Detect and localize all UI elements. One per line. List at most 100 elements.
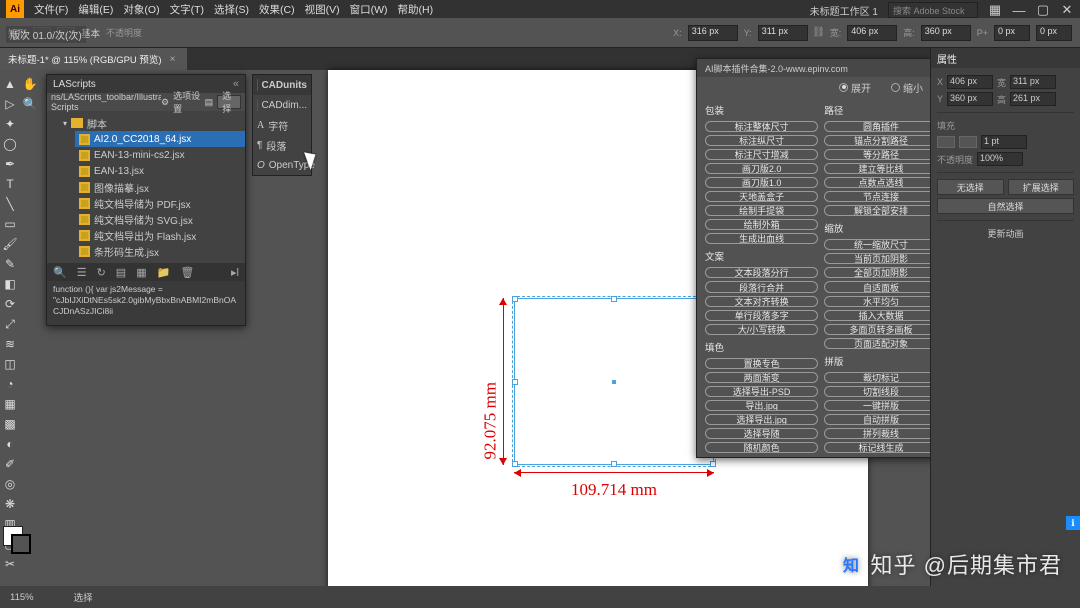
properties-tab[interactable]: 属性: [937, 51, 957, 66]
workspace-label[interactable]: 未标题工作区 1: [810, 3, 878, 18]
brush-tool[interactable]: 🖌: [1, 235, 19, 253]
width-tool[interactable]: ≋: [1, 335, 19, 353]
magic-wand-tool[interactable]: ✦: [1, 115, 19, 133]
menu-file[interactable]: 文件(F): [34, 2, 68, 17]
grid-icon[interactable]: ▦: [136, 266, 146, 279]
script-item[interactable]: 纯文档导出为 Flash.jsx: [75, 227, 245, 243]
plugin-button[interactable]: 选择导出.jpg: [705, 414, 818, 425]
rotate-tool[interactable]: ⟳: [1, 295, 19, 313]
line-tool[interactable]: ╲: [1, 195, 19, 213]
window-restore[interactable]: ▢: [1036, 3, 1050, 17]
lasso-tool[interactable]: ◯: [1, 135, 19, 153]
zoom-tool[interactable]: 🔍: [21, 95, 39, 113]
pencil-tool[interactable]: ✎: [1, 255, 19, 273]
shape-builder-tool[interactable]: ◔: [1, 375, 19, 393]
caddim-row[interactable]: CADdim...: [253, 95, 311, 115]
scale-tool[interactable]: ⤢: [1, 315, 19, 333]
plugin-button[interactable]: 切割线段: [824, 386, 937, 397]
prop-stroke-swatch[interactable]: [959, 136, 977, 148]
plugin-button[interactable]: 点数点选线: [824, 177, 937, 188]
plugin-button[interactable]: 节点连接: [824, 191, 937, 202]
plugin-button[interactable]: 拼列裁线: [824, 428, 937, 439]
plugin-button[interactable]: 大/小写转换: [705, 324, 818, 335]
prop-stroke-w[interactable]: 1 pt: [981, 135, 1027, 149]
radio-expand[interactable]: 展开: [839, 80, 871, 95]
select-button[interactable]: 选择: [217, 95, 241, 109]
trash-icon[interactable]: 🗑: [180, 266, 194, 279]
menu-help[interactable]: 帮助(H): [398, 2, 434, 17]
plugin-button[interactable]: 圆角插件: [824, 121, 937, 132]
folder-icon[interactable]: 📁: [157, 266, 171, 279]
script-item[interactable]: 图像描摹.jsx: [75, 179, 245, 195]
plugin-button[interactable]: 文本段落分行: [705, 267, 818, 278]
plugin-button[interactable]: 插入大数据: [824, 310, 937, 321]
menu-object[interactable]: 对象(O): [123, 2, 159, 17]
menu-effect[interactable]: 效果(C): [259, 2, 295, 17]
plugin-button[interactable]: 标记线生成: [824, 442, 937, 453]
quick-btn-2[interactable]: 扩展选择: [1008, 179, 1075, 195]
plugin-button[interactable]: 画刀版2.0: [705, 163, 818, 174]
prop-y[interactable]: 311 px: [1010, 75, 1056, 89]
status-select[interactable]: 选择: [74, 590, 93, 604]
list-icon[interactable]: ☰: [77, 266, 87, 279]
plugin-button[interactable]: 页面适配对象: [824, 338, 937, 349]
type-tool[interactable]: T: [1, 175, 19, 193]
script-item[interactable]: EAN-13-mini-cs2.jsx: [75, 147, 245, 163]
reload-icon[interactable]: ↻: [97, 266, 106, 279]
quick-btn-1[interactable]: 无选择: [937, 179, 1004, 195]
blend-tool[interactable]: ◎: [1, 475, 19, 493]
plugin-button[interactable]: 一键拼版: [824, 400, 937, 411]
script-item[interactable]: EAN-13.jsx: [75, 163, 245, 179]
eraser-tool[interactable]: ◧: [1, 275, 19, 293]
cb-h[interactable]: 360 px: [921, 25, 971, 41]
plugin-button[interactable]: 天地盖盒子: [705, 191, 818, 202]
quick-btn-3[interactable]: 自然选择: [937, 198, 1074, 214]
menu-window[interactable]: 窗口(W): [350, 2, 388, 17]
color-swatches[interactable]: [3, 526, 23, 546]
plugin-button[interactable]: 多面页转多画板: [824, 324, 937, 335]
plugin-button[interactable]: 标注纵尺寸: [705, 135, 818, 146]
plugin-button[interactable]: 段落行合并: [705, 281, 818, 292]
prop-x[interactable]: 406 px: [947, 75, 993, 89]
stroke-color[interactable]: [11, 534, 31, 554]
plugin-button[interactable]: 解锁全部安排: [824, 205, 937, 216]
character-row[interactable]: A字符: [253, 115, 311, 135]
plugin-button[interactable]: 选择导出-PSD: [705, 386, 818, 397]
plugin-button[interactable]: 全部页加阴影: [824, 267, 937, 278]
plugin-button[interactable]: 标注整体尺寸: [705, 121, 818, 132]
zoom-level[interactable]: 115%: [10, 592, 34, 603]
plugin-button[interactable]: 当前页加阴影: [824, 253, 937, 264]
cadunits-tab[interactable]: CADunits: [253, 75, 311, 95]
hand-tool[interactable]: ✋: [21, 75, 39, 93]
slice-tool[interactable]: ✂: [1, 555, 19, 573]
plugin-button[interactable]: 生成出血线: [705, 233, 818, 244]
cb-ry[interactable]: 0 px: [1036, 25, 1072, 41]
menu-type[interactable]: 文字(T): [170, 2, 204, 17]
rectangle-tool[interactable]: ▭: [1, 215, 19, 233]
window-minimize[interactable]: —: [1012, 3, 1026, 17]
plugin-button[interactable]: 建立等比线: [824, 163, 937, 174]
document-tab[interactable]: 未标题-1* @ 115% (RGB/GPU 预览) ×: [0, 48, 187, 70]
prop-w[interactable]: 360 px: [947, 92, 993, 106]
selection-tool[interactable]: ▲: [1, 75, 19, 93]
plugin-button[interactable]: 选择导随: [705, 428, 818, 439]
prop-h[interactable]: 261 px: [1010, 92, 1056, 106]
plugin-button[interactable]: 绘制手提袋: [705, 205, 818, 216]
plugin-button[interactable]: 导出.jpg: [705, 400, 818, 411]
paragraph-row[interactable]: ¶段落: [253, 135, 311, 155]
menu-select[interactable]: 选择(S): [214, 2, 249, 17]
direct-select-tool[interactable]: ▷: [1, 95, 19, 113]
tree-root[interactable]: 脚本: [59, 115, 245, 131]
plugin-button[interactable]: 自动拼版: [824, 414, 937, 425]
plugin-button[interactable]: 裁切标记: [824, 372, 937, 383]
script-item[interactable]: AI2.0_CC2018_64.jsx: [75, 131, 245, 147]
prop-opacity[interactable]: 100%: [977, 152, 1023, 166]
radio-collapse[interactable]: 缩小: [891, 80, 923, 95]
free-transform-tool[interactable]: ◫: [1, 355, 19, 373]
gear-icon[interactable]: ⚙: [161, 97, 169, 108]
perspective-tool[interactable]: ▦: [1, 395, 19, 413]
plugin-button[interactable]: 锚点分割路径: [824, 135, 937, 146]
prop-fill-swatch[interactable]: [937, 136, 955, 148]
mesh-tool[interactable]: ▩: [1, 415, 19, 433]
card-icon[interactable]: ▤: [116, 266, 126, 279]
